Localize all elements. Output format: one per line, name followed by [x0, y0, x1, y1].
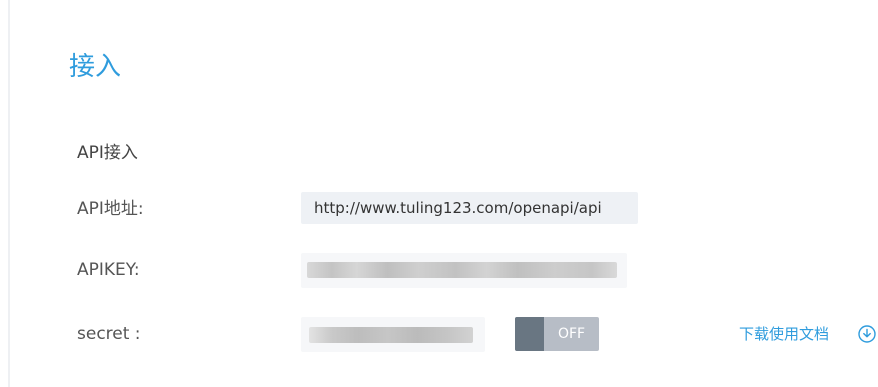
toggle-state-label: OFF [557, 326, 586, 342]
section-title: 接入 [69, 52, 122, 82]
toggle-knob [515, 317, 544, 351]
secret-field[interactable] [301, 317, 485, 352]
apikey-field[interactable] [301, 253, 627, 288]
apikey-redacted-value [307, 262, 617, 278]
apikey-label: APIKEY: [77, 260, 140, 280]
api-address-label: API地址: [77, 199, 144, 219]
download-circle-icon[interactable] [857, 324, 877, 344]
left-divider [8, 0, 10, 387]
download-docs-link[interactable]: 下载使用文档 [739, 322, 829, 346]
api-address-field[interactable]: http://www.tuling123.com/openapi/api [301, 192, 638, 224]
api-access-heading: API接入 [77, 143, 138, 163]
secret-redacted-value [309, 327, 473, 343]
secret-toggle-switch[interactable]: OFF [515, 317, 599, 351]
secret-label: secret : [77, 324, 141, 344]
